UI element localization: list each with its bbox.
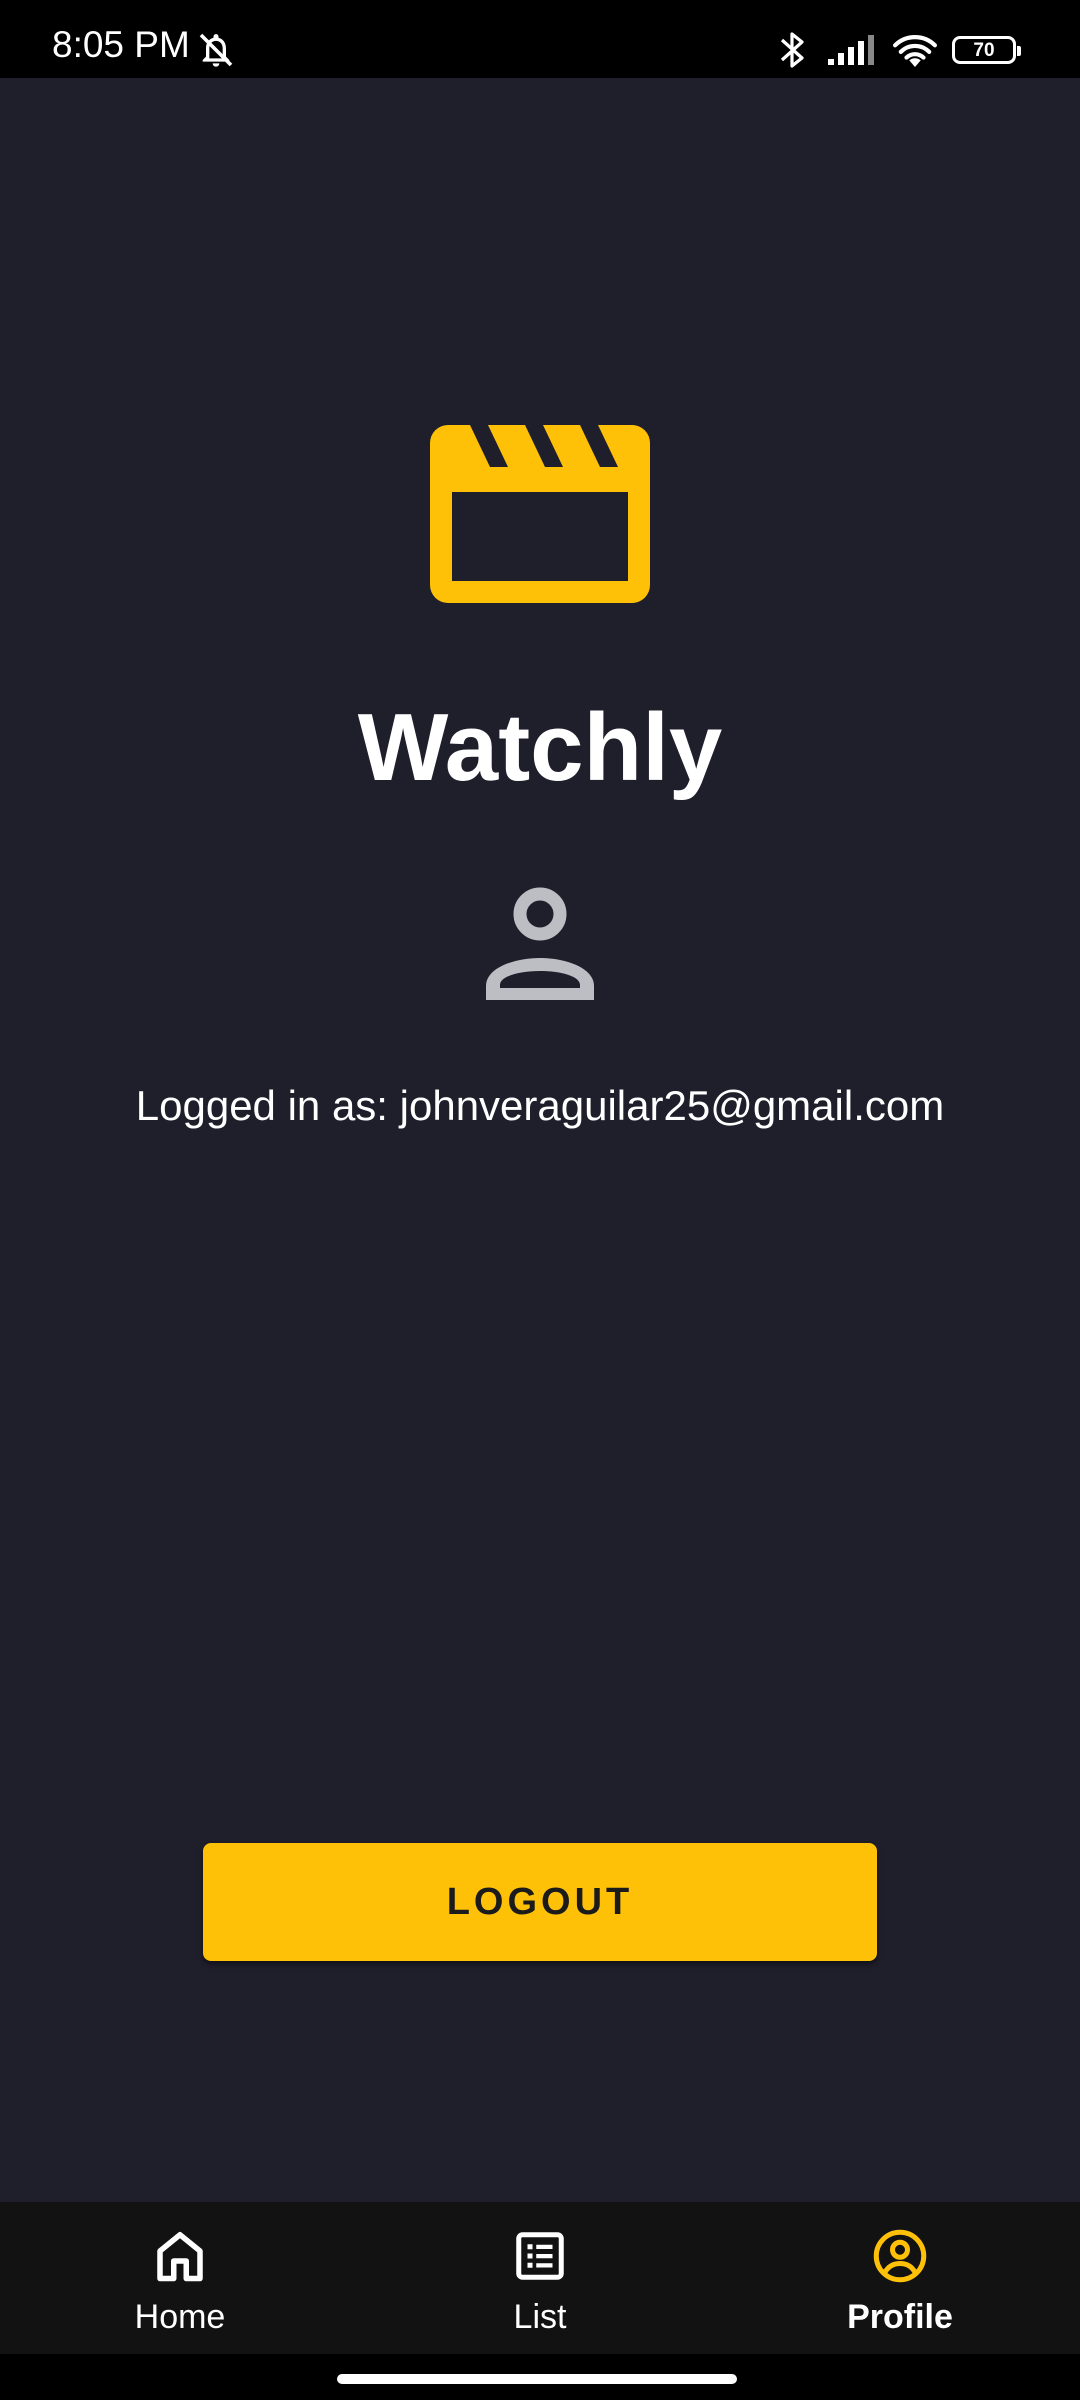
- battery-level: 70: [973, 39, 995, 61]
- nav-label-home: Home: [134, 2298, 226, 2336]
- profile-screen: 8:05 PM 70 Watchly Logged in as: johnver…: [0, 0, 1080, 2400]
- gesture-navigation-area: [0, 2354, 1080, 2400]
- signal-icon: [828, 35, 874, 65]
- status-bar: 8:05 PM 70: [0, 0, 1080, 78]
- battery-icon: 70: [952, 36, 1021, 64]
- bell-off-icon: [196, 30, 236, 70]
- logged-in-email-text: Logged in as: johnveraguilar25@gmail.com: [135, 1082, 945, 1129]
- nav-item-list[interactable]: List: [360, 2202, 720, 2354]
- bluetooth-icon: [780, 32, 804, 68]
- account-circle-icon: [873, 2229, 927, 2283]
- movie-clapperboard-icon: [430, 425, 650, 603]
- home-icon: [157, 2232, 203, 2282]
- nav-item-profile[interactable]: Profile: [720, 2202, 1080, 2354]
- app-title: Watchly: [357, 694, 723, 801]
- list-icon: [516, 2232, 564, 2280]
- bottom-navigation: Home List Profile: [0, 2202, 1080, 2354]
- nav-label-list: List: [513, 2298, 567, 2336]
- gesture-handle[interactable]: [337, 2374, 737, 2384]
- nav-item-home[interactable]: Home: [0, 2202, 360, 2354]
- person-icon: [486, 887, 594, 1000]
- wifi-icon: [893, 35, 937, 68]
- logout-button[interactable]: LOGOUT: [203, 1843, 877, 1961]
- nav-label-profile: Profile: [847, 2298, 953, 2336]
- status-time: 8:05 PM: [52, 24, 190, 65]
- status-icons: 70: [780, 28, 1021, 72]
